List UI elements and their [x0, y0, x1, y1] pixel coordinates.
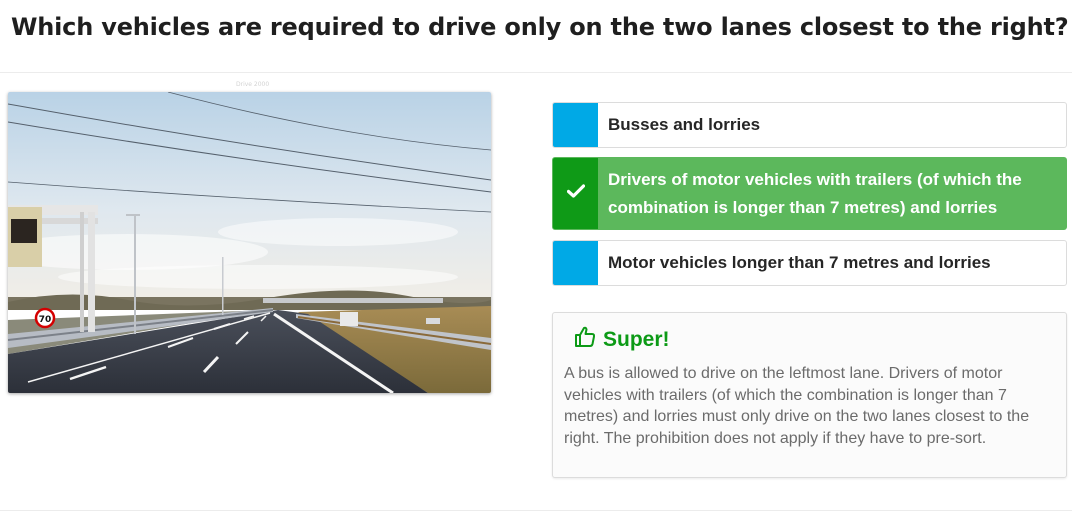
answer-marker [553, 103, 598, 147]
question-photo: 70 [8, 92, 491, 393]
header-divider [0, 72, 1072, 73]
answer-marker [553, 241, 598, 285]
checkmark-icon [566, 184, 585, 203]
feedback-explanation: A bus is allowed to drive on the leftmos… [564, 365, 1030, 447]
answer-label: Drivers of motor vehicles with trailers … [608, 169, 1022, 217]
speed-limit-sign: 70 [39, 315, 52, 325]
answer-option-2[interactable]: Drivers of motor vehicles with trailers … [552, 157, 1067, 230]
answer-marker-correct [553, 158, 598, 229]
thumbs-up-icon [573, 325, 597, 354]
image-watermark: Drive 2000 [236, 81, 270, 88]
answer-label: Motor vehicles longer than 7 metres and … [608, 253, 991, 272]
question-title: Which vehicles are required to drive onl… [11, 13, 1069, 41]
answer-option-3[interactable]: Motor vehicles longer than 7 metres and … [552, 240, 1067, 286]
feedback-title: Super! [603, 327, 670, 351]
footer-divider [0, 510, 1072, 511]
answer-label: Busses and lorries [608, 115, 761, 134]
feedback-panel: Super! A bus is allowed to drive on the … [552, 312, 1067, 478]
answer-option-1[interactable]: Busses and lorries [552, 102, 1067, 148]
